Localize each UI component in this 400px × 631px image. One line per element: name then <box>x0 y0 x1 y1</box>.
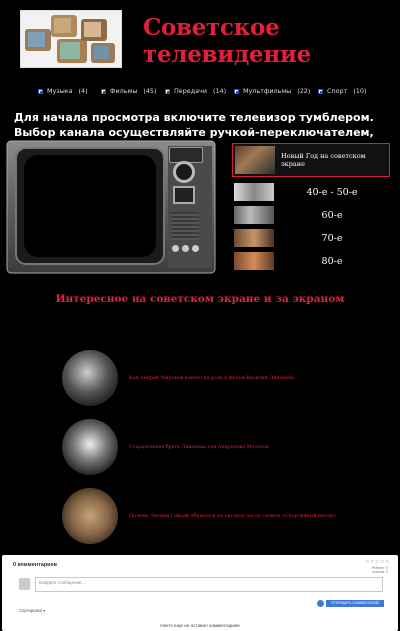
checkbox-icon[interactable] <box>318 88 323 94</box>
channel-knob[interactable] <box>173 161 195 183</box>
channel-label: 40-е - 50-е <box>306 186 358 198</box>
article-item[interactable]: Как Андрей Миронов влетел на роль в филь… <box>62 350 392 406</box>
rating-stars[interactable]: ☆☆☆☆☆ <box>365 559 390 565</box>
category-label: Мультфильмы <box>243 87 292 95</box>
tv-buttons[interactable] <box>172 245 200 255</box>
no-comments-text: Никто ещё не оставил комментариев <box>160 623 240 628</box>
category-count: (4) <box>78 87 88 95</box>
site-title: Советское телевидение <box>143 14 311 68</box>
channel-thumbnail <box>234 206 274 224</box>
volume-knob[interactable] <box>173 186 195 204</box>
category-count: (10) <box>353 87 367 95</box>
channel-label: Новый Год на советском экране <box>281 152 366 168</box>
comment-input[interactable]: Войдите сообщение... <box>35 577 383 592</box>
channel-label: 70-е <box>321 232 343 244</box>
channel-label: 60-е <box>321 209 343 221</box>
tv-button[interactable] <box>192 245 199 252</box>
category-filter: Музыка (4) Фильмы (45) Передачи (14) Мул… <box>38 87 378 97</box>
category-label: Спорт <box>327 87 348 95</box>
checkbox-icon[interactable] <box>165 88 170 94</box>
category-label: Передачи <box>174 87 207 95</box>
comments-count: 0 комментариев <box>13 562 58 568</box>
tv-button[interactable] <box>182 245 189 252</box>
rating-votes: голосов: 0 <box>371 570 388 574</box>
category-music[interactable]: Музыка (4) <box>38 87 88 95</box>
article-photo[interactable] <box>62 350 118 406</box>
article-item[interactable]: Почему Леонид Гайдай обижался на актеров… <box>62 488 392 544</box>
comments-widget: 0 комментариев ☆☆☆☆☆ Рейтинг: 0 голосов:… <box>2 555 398 631</box>
tv-button[interactable] <box>172 245 179 252</box>
category-label: Музыка <box>47 87 73 95</box>
checkbox-icon[interactable] <box>38 88 43 94</box>
category-films[interactable]: Фильмы (45) <box>101 87 157 95</box>
channel-item-new-year[interactable]: Новый Год на советском экране <box>232 143 390 177</box>
article-photo[interactable] <box>62 488 118 544</box>
section-title: Интересное на советском экране и за экра… <box>55 293 345 305</box>
channel-item-80[interactable]: 80-е <box>232 250 390 272</box>
submit-comment-button[interactable]: ОТПРАВИТЬ КОММЕНТАРИЙ <box>326 600 384 607</box>
category-count: (22) <box>297 87 311 95</box>
article-photo[interactable] <box>62 419 118 475</box>
article-link[interactable]: Как Андрей Миронов влетел на роль в филь… <box>129 376 294 381</box>
article-link[interactable]: Старательное брать Ливанова для Андропов… <box>129 445 269 450</box>
sort-dropdown[interactable]: Сортировка ▾ <box>19 608 45 613</box>
channel-thumbnail <box>234 183 274 201</box>
category-programs[interactable]: Передачи (14) <box>165 87 226 95</box>
category-cartoons[interactable]: Мультфильмы (22) <box>234 87 310 95</box>
site-logo[interactable] <box>20 10 122 68</box>
settings-icon[interactable] <box>317 600 324 607</box>
channel-thumbnail <box>235 146 275 174</box>
article-link[interactable]: Почему Леонид Гайдай обижался на актеров… <box>129 514 336 519</box>
article-item[interactable]: Старательное брать Ливанова для Андропов… <box>62 419 392 475</box>
channel-thumbnail <box>234 252 274 270</box>
channel-item-70[interactable]: 70-е <box>232 227 390 249</box>
rating-summary: Рейтинг: 0 голосов: 0 <box>372 566 388 574</box>
avatar <box>19 578 30 590</box>
channel-item-60[interactable]: 60-е <box>232 204 390 226</box>
channel-thumbnail <box>234 229 274 247</box>
category-count: (14) <box>213 87 227 95</box>
checkbox-icon[interactable] <box>234 88 239 94</box>
category-sport[interactable]: Спорт (10) <box>318 87 366 95</box>
category-count: (45) <box>143 87 157 95</box>
channel-label: 80-е <box>321 255 343 267</box>
channel-item-40-50[interactable]: 40-е - 50-е <box>232 181 390 203</box>
category-label: Фильмы <box>110 87 138 95</box>
speaker-grille <box>171 212 199 240</box>
checkbox-icon[interactable] <box>101 88 106 94</box>
